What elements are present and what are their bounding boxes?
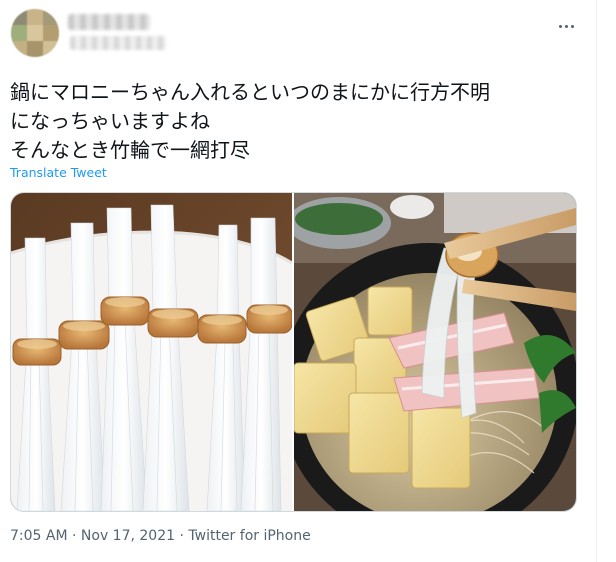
photo-nabe-hotpot[interactable] [294,193,576,511]
more-horizontal-icon [558,24,562,28]
tweet-date-link[interactable]: Nov 17, 2021 [81,528,175,544]
tweet-text-line: そんなとき竹輪で一網打尽 [10,138,250,162]
tweet-timestamp: 7:05 AM · Nov 17, 2021 · Twitter for iPh… [10,528,311,544]
more-horizontal-icon-dot [564,24,568,28]
tweet-text: 鍋にマロニーちゃん入れるといつのまにかに行方不明 になっちゃいますよね そんなと… [10,78,586,165]
separator-dot: · [175,528,189,544]
more-horizontal-icon-dot [570,24,574,28]
more-options-button[interactable] [552,14,580,38]
translate-tweet-link[interactable]: Translate Tweet [10,165,107,180]
tweet-text-line: になっちゃいますよね [10,109,210,133]
separator-dot: · [67,528,81,544]
avatar[interactable] [11,9,59,57]
display-name-redacted[interactable] [68,14,150,30]
tweet-time-link[interactable]: 7:05 AM [10,528,68,544]
tweet-card: 鍋にマロニーちゃん入れるといつのまにかに行方不明 になっちゃいますよね そんなと… [0,0,597,562]
photo-chikuwa-noodles[interactable] [11,193,292,511]
tweet-source-link[interactable]: Twitter for iPhone [188,528,310,544]
username-redacted[interactable] [70,36,166,50]
tweet-media [10,192,577,512]
tweet-text-line: 鍋にマロニーちゃん入れるといつのまにかに行方不明 [10,80,490,104]
